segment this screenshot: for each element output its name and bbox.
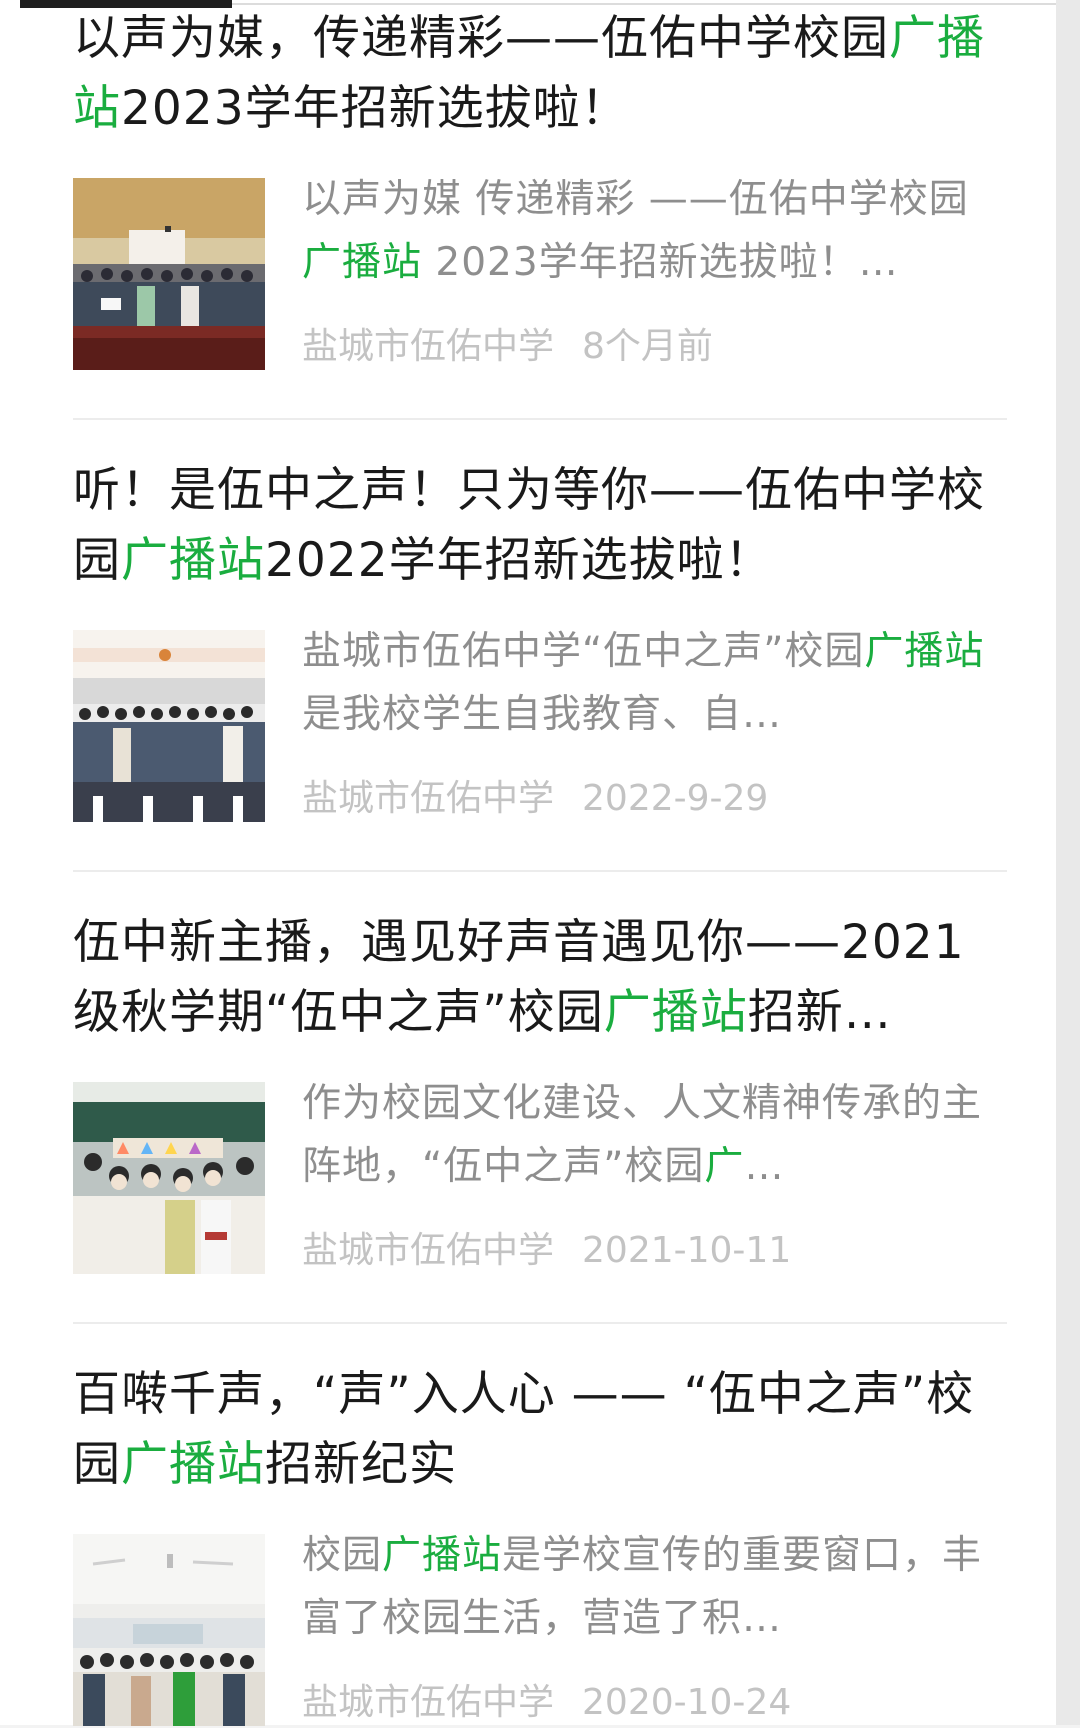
- highlight-keyword: 广播站: [121, 1437, 265, 1492]
- group-photo-image: [73, 178, 265, 370]
- result-meta: 盐城市伍佑中学 2020-10-24: [302, 1678, 1007, 1728]
- highlight-keyword: 广: [704, 1144, 745, 1189]
- result-thumbnail[interactable]: [73, 1534, 265, 1726]
- result-source[interactable]: 盐城市伍佑中学: [302, 326, 554, 367]
- result-divider: [73, 1322, 1007, 1324]
- highlight-keyword: 广播站: [302, 240, 423, 285]
- screen-edge: [1056, 0, 1080, 1725]
- result-meta: 盐城市伍佑中学 2022-9-29: [302, 774, 1007, 824]
- highlight-keyword: 广播站: [382, 1533, 503, 1578]
- result-divider: [73, 418, 1007, 420]
- highlight-keyword: 广播站: [121, 533, 265, 588]
- result-date: 2021-10-11: [582, 1230, 792, 1271]
- result-summary[interactable]: 作为校园文化建设、人文精神传承的主阵地，“伍中之声”校园广…: [302, 1072, 1007, 1200]
- search-results-page: 以声为媒，传递精彩——伍佑中学校园广播站2023学年招新选拔啦！ 以声为媒 传递…: [0, 0, 1056, 1728]
- result-title[interactable]: 百啭千声，“声”入人心 —— “伍中之声”校园广播站招新纪实: [73, 1360, 1007, 1505]
- result-date: 8个月前: [582, 326, 713, 367]
- highlight-keyword: 广播站: [864, 629, 985, 674]
- result-summary[interactable]: 盐城市伍佑中学“伍中之声”校园广播站是我校学生自我教育、自…: [302, 620, 1007, 748]
- result-source[interactable]: 盐城市伍佑中学: [302, 1230, 554, 1271]
- result-thumbnail[interactable]: [73, 1082, 265, 1274]
- result-source[interactable]: 盐城市伍佑中学: [302, 778, 554, 819]
- result-title[interactable]: 伍中新主播，遇见好声音遇见你——2021级秋学期“伍中之声”校园广播站招新…: [73, 908, 1007, 1053]
- group-photo-image: [73, 630, 265, 822]
- highlight-keyword: 广播站: [603, 985, 748, 1040]
- result-date: 2020-10-24: [582, 1682, 792, 1723]
- result-date: 2022-9-29: [582, 778, 769, 819]
- result-thumbnail[interactable]: [73, 630, 265, 822]
- result-title[interactable]: 听！是伍中之声！只为等你——伍佑中学校园广播站2022学年招新选拔啦！: [73, 456, 1007, 601]
- result-title[interactable]: 以声为媒，传递精彩——伍佑中学校园广播站2023学年招新选拔啦！: [73, 4, 1007, 149]
- result-summary[interactable]: 校园广播站是学校宣传的重要窗口，丰富了校园生活，营造了积…: [302, 1524, 1007, 1652]
- result-source[interactable]: 盐城市伍佑中学: [302, 1682, 554, 1723]
- group-photo-image: [73, 1534, 265, 1726]
- result-meta: 盐城市伍佑中学 8个月前: [302, 322, 1007, 372]
- result-divider: [73, 870, 1007, 872]
- result-meta: 盐城市伍佑中学 2021-10-11: [302, 1226, 1007, 1276]
- result-summary[interactable]: 以声为媒 传递精彩 ——伍佑中学校园广播站 2023学年招新选拔啦！…: [302, 168, 1007, 296]
- result-thumbnail[interactable]: [73, 178, 265, 370]
- group-photo-image: [73, 1082, 265, 1274]
